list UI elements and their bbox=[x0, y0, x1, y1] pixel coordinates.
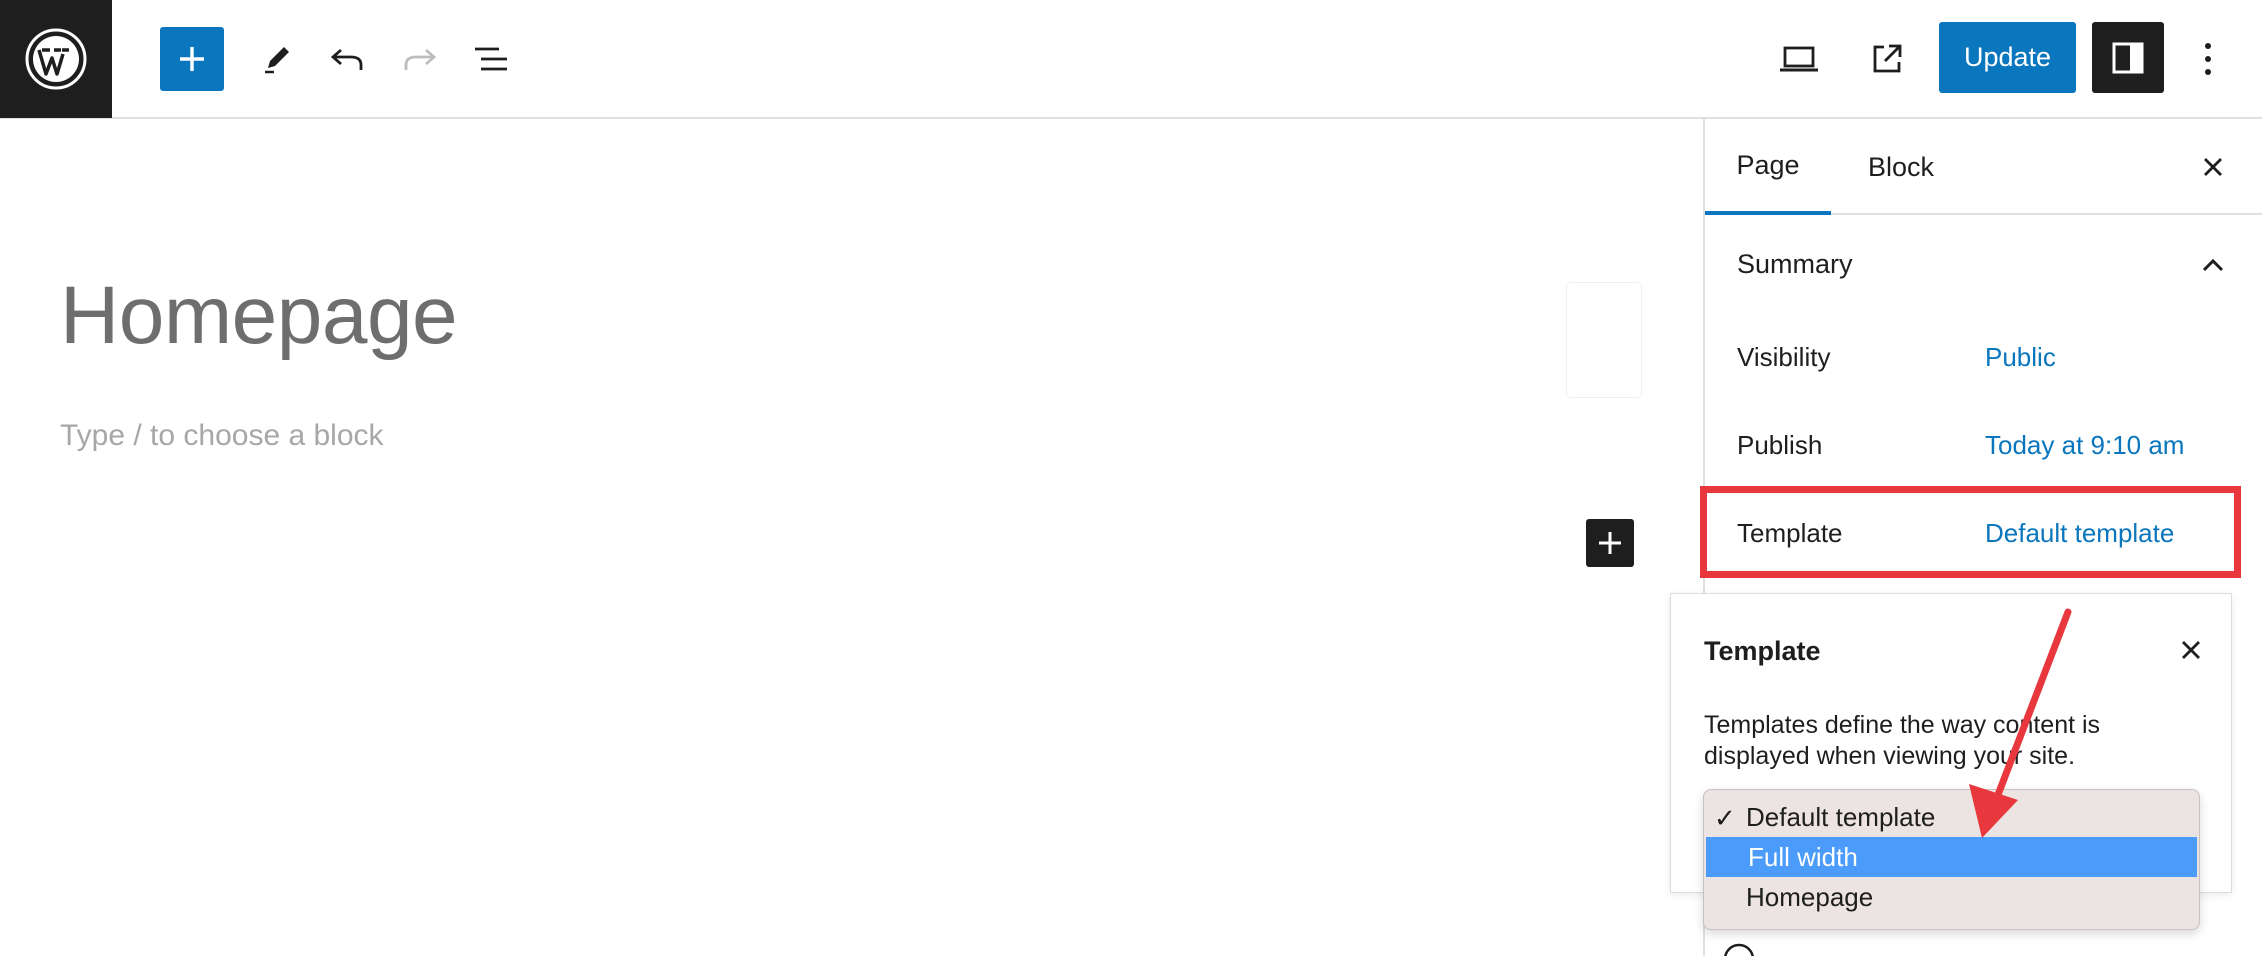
settings-toggle-button[interactable] bbox=[2092, 22, 2164, 93]
plus-icon bbox=[1599, 532, 1621, 554]
chevron-up-icon bbox=[2202, 258, 2224, 272]
close-icon bbox=[2204, 158, 2222, 176]
options-button[interactable] bbox=[2186, 34, 2230, 84]
undo-button[interactable] bbox=[322, 34, 372, 84]
redo-icon bbox=[404, 48, 437, 70]
option-label: Full width bbox=[1748, 841, 1858, 872]
template-select-dropdown[interactable]: ✓ Default template Full width Homepage bbox=[1703, 789, 2200, 930]
update-button[interactable]: Update bbox=[1939, 22, 2076, 93]
sidebar-tabs: Page Block bbox=[1705, 119, 2262, 215]
sidebar-toggle-icon bbox=[2112, 42, 2144, 73]
page-title[interactable]: Homepage bbox=[60, 269, 458, 363]
external-link-icon bbox=[1873, 44, 1902, 73]
preview-button[interactable] bbox=[1772, 34, 1826, 84]
laptop-icon bbox=[1780, 46, 1818, 72]
close-popover-button[interactable] bbox=[2171, 630, 2211, 670]
undo-icon bbox=[330, 48, 363, 70]
option-label: Default template bbox=[1746, 801, 1936, 832]
popover-description: Templates define the way content is disp… bbox=[1704, 711, 2101, 770]
summary-heading[interactable]: Summary bbox=[1737, 249, 1853, 280]
redo-button[interactable] bbox=[395, 34, 445, 84]
check-icon: ✓ bbox=[1714, 803, 1736, 833]
visibility-value[interactable]: Public bbox=[1985, 342, 2056, 373]
dropdown-option-homepage[interactable]: Homepage bbox=[1704, 877, 2199, 917]
wordpress-logo-icon[interactable] bbox=[0, 0, 112, 118]
block-placeholder[interactable]: Type / to choose a block bbox=[60, 419, 384, 453]
pencil-icon bbox=[265, 47, 289, 74]
visibility-label: Visibility bbox=[1737, 342, 1831, 372]
dropdown-option-full-width[interactable]: Full width bbox=[1706, 837, 2197, 877]
close-sidebar-button[interactable] bbox=[2191, 145, 2235, 189]
close-icon bbox=[2182, 641, 2200, 659]
summary-toggle[interactable] bbox=[2195, 247, 2231, 283]
publish-label: Publish bbox=[1737, 430, 1823, 460]
tools-button[interactable] bbox=[252, 34, 302, 84]
editor-canvas: Homepage Type / to choose a block bbox=[0, 119, 1703, 956]
publish-value[interactable]: Today at 9:10 am bbox=[1985, 430, 2184, 461]
add-block-button[interactable] bbox=[1586, 519, 1634, 567]
tab-page[interactable]: Page bbox=[1705, 119, 1831, 215]
option-label: Homepage bbox=[1746, 881, 1874, 912]
popover-title: Template bbox=[1704, 636, 1821, 666]
plus-icon bbox=[180, 47, 204, 71]
view-page-button[interactable] bbox=[1862, 34, 1912, 84]
annotation-highlight-box bbox=[1700, 486, 2241, 578]
list-view-icon bbox=[475, 47, 507, 71]
list-view-button[interactable] bbox=[466, 34, 516, 84]
block-toolbar-ghost bbox=[1566, 282, 1642, 398]
vertical-ellipsis-icon bbox=[2205, 43, 2211, 75]
info-icon bbox=[1724, 943, 1754, 956]
editor-toolbar: Update bbox=[0, 0, 2262, 119]
dropdown-option-default-template[interactable]: ✓ Default template bbox=[1704, 797, 2199, 837]
tab-block[interactable]: Block bbox=[1831, 119, 1971, 215]
block-inserter-button[interactable] bbox=[160, 27, 224, 91]
